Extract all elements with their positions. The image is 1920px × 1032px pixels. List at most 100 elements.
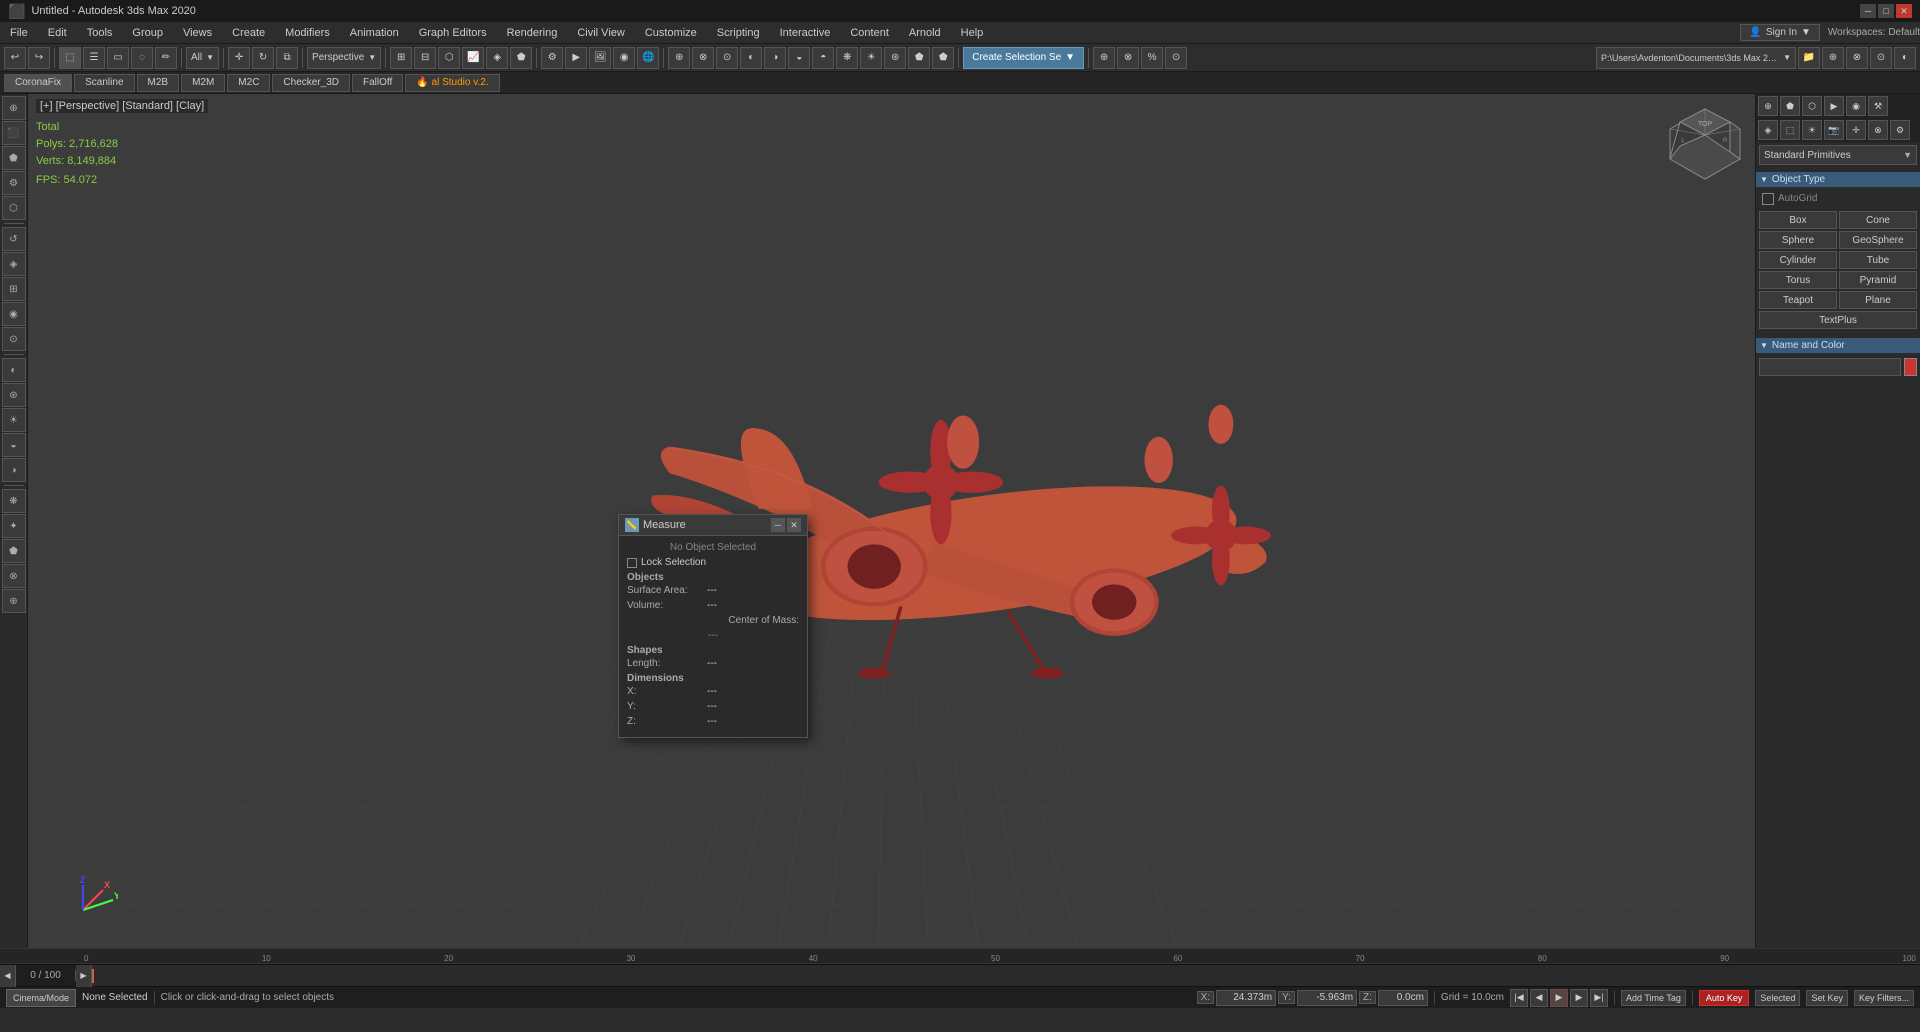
rect-select-button[interactable]: ▭: [107, 47, 129, 69]
tab-checker3d[interactable]: Checker_3D: [272, 74, 350, 92]
lt-btn-2[interactable]: ⬛: [2, 121, 26, 145]
sphere-button[interactable]: Sphere: [1759, 231, 1837, 249]
menu-civil-view[interactable]: Civil View: [567, 22, 634, 43]
lt-btn-10[interactable]: ⊙: [2, 327, 26, 351]
render-button[interactable]: ▶: [565, 47, 587, 69]
view-cube[interactable]: TOP R L: [1665, 104, 1745, 184]
lt-btn-13[interactable]: ☀: [2, 408, 26, 432]
curve-editor-button[interactable]: 📈: [462, 47, 484, 69]
viewport[interactable]: [+] [Perspective] [Standard] [Clay] Tota…: [28, 94, 1755, 948]
menu-create[interactable]: Create: [222, 22, 275, 43]
lt-btn-5[interactable]: ⬡: [2, 196, 26, 220]
play-button[interactable]: ▶: [1550, 989, 1568, 1007]
rt4-button[interactable]: ◐: [1894, 47, 1916, 69]
tool7-button[interactable]: ◓: [812, 47, 834, 69]
tab-coronafix[interactable]: CoronaFix: [4, 74, 72, 92]
tab-ad-studio[interactable]: 🔥 al Studio v.2.: [405, 74, 499, 92]
menu-edit[interactable]: Edit: [38, 22, 77, 43]
measure-close-button[interactable]: ✕: [787, 518, 801, 532]
timeline-next-btn[interactable]: ▶: [76, 965, 92, 987]
autogrid-checkbox[interactable]: [1762, 193, 1774, 205]
minimize-button[interactable]: ─: [1860, 4, 1876, 18]
lt-btn-16[interactable]: ❋: [2, 489, 26, 513]
rp-systems-icon[interactable]: ⚙: [1890, 120, 1910, 140]
rp-create-icon[interactable]: ⊕: [1758, 96, 1778, 116]
menu-file[interactable]: File: [0, 22, 38, 43]
lock-selection-checkbox[interactable]: [627, 558, 637, 568]
menu-rendering[interactable]: Rendering: [497, 22, 568, 43]
menu-tools[interactable]: Tools: [77, 22, 123, 43]
lt-btn-20[interactable]: ⊕: [2, 589, 26, 613]
tool8-button[interactable]: ❋: [836, 47, 858, 69]
timeline-track[interactable]: [92, 965, 1920, 986]
create-selection-button[interactable]: Create Selection Se ▼: [963, 47, 1084, 69]
undo-button[interactable]: ↩: [4, 47, 26, 69]
tab-falloff[interactable]: FallOff: [352, 74, 403, 92]
rp-modify-icon[interactable]: ⬟: [1780, 96, 1800, 116]
percent-snap-button[interactable]: %: [1141, 47, 1163, 69]
cylinder-button[interactable]: Cylinder: [1759, 251, 1837, 269]
cone-button[interactable]: Cone: [1839, 211, 1917, 229]
mirror-button[interactable]: ⊞: [390, 47, 412, 69]
menu-interactive[interactable]: Interactive: [770, 22, 841, 43]
tab-scanline[interactable]: Scanline: [74, 74, 134, 92]
tab-m2c[interactable]: M2C: [227, 74, 270, 92]
geosphere-button[interactable]: GeoSphere: [1839, 231, 1917, 249]
tool2-button[interactable]: ⊗: [692, 47, 714, 69]
rp-shapes-icon[interactable]: ⬚: [1780, 120, 1800, 140]
rp-utilities-icon[interactable]: ⚒: [1868, 96, 1888, 116]
select-object-button[interactable]: ⬚: [59, 47, 81, 69]
menu-help[interactable]: Help: [951, 22, 994, 43]
textplus-button[interactable]: TextPlus: [1759, 311, 1917, 329]
tool4-button[interactable]: ◐: [740, 47, 762, 69]
lt-btn-19[interactable]: ⊗: [2, 564, 26, 588]
snap-toggle-button[interactable]: ⊕: [1093, 47, 1115, 69]
rt3-button[interactable]: ⊙: [1870, 47, 1892, 69]
next-frame-button[interactable]: ▶: [1570, 989, 1588, 1007]
menu-group[interactable]: Group: [122, 22, 173, 43]
auto-key-button[interactable]: Auto Key: [1699, 990, 1750, 1006]
lt-btn-11[interactable]: ◐: [2, 358, 26, 382]
tool6-button[interactable]: ◒: [788, 47, 810, 69]
tool5-button[interactable]: ◑: [764, 47, 786, 69]
key-filters-button[interactable]: Key Filters...: [1854, 990, 1914, 1006]
menu-arnold[interactable]: Arnold: [899, 22, 951, 43]
rp-standard-primitives-dropdown[interactable]: Standard Primitives ▼: [1759, 145, 1917, 165]
lasso-select-button[interactable]: ◌: [131, 47, 153, 69]
paint-select-button[interactable]: ✏: [155, 47, 177, 69]
rt1-button[interactable]: ⊕: [1822, 47, 1844, 69]
color-swatch[interactable]: [1904, 358, 1917, 376]
object-name-input[interactable]: [1759, 358, 1901, 376]
coord-x-input[interactable]: [1216, 990, 1276, 1006]
tab-m2b[interactable]: M2B: [137, 74, 180, 92]
tool3-button[interactable]: ⊙: [716, 47, 738, 69]
view-dropdown[interactable]: Perspective ▼: [307, 47, 381, 69]
rp-cameras-icon[interactable]: 📷: [1824, 120, 1844, 140]
layer-button[interactable]: ⬡: [438, 47, 460, 69]
active-shade-button[interactable]: ◉: [613, 47, 635, 69]
tool9-button[interactable]: ☀: [860, 47, 882, 69]
goto-end-button[interactable]: ▶|: [1590, 989, 1608, 1007]
path-button[interactable]: 📁: [1798, 47, 1820, 69]
rt2-button[interactable]: ⊗: [1846, 47, 1868, 69]
material-editor-button[interactable]: ⬟: [510, 47, 532, 69]
measure-titlebar[interactable]: 📏 Measure ─ ✕: [619, 515, 807, 536]
add-time-tag-button[interactable]: Add Time Tag: [1621, 990, 1686, 1006]
align-button[interactable]: ⊟: [414, 47, 436, 69]
rp-spacewarps-icon[interactable]: ⊗: [1868, 120, 1888, 140]
coord-y-input[interactable]: [1297, 990, 1357, 1006]
plane-button[interactable]: Plane: [1839, 291, 1917, 309]
rp-helpers-icon[interactable]: ✛: [1846, 120, 1866, 140]
menu-modifiers[interactable]: Modifiers: [275, 22, 340, 43]
render-setup-button[interactable]: ⚙: [541, 47, 563, 69]
lt-btn-1[interactable]: ⊕: [2, 96, 26, 120]
tool12-button[interactable]: ⬟: [932, 47, 954, 69]
prev-frame-button[interactable]: ◀: [1530, 989, 1548, 1007]
rp-lights-icon[interactable]: ☀: [1802, 120, 1822, 140]
lt-btn-8[interactable]: ⊞: [2, 277, 26, 301]
redo-button[interactable]: ↪: [28, 47, 50, 69]
rp-display-icon[interactable]: ◉: [1846, 96, 1866, 116]
goto-start-button[interactable]: |◀: [1510, 989, 1528, 1007]
tab-m2m[interactable]: M2M: [181, 74, 225, 92]
name-color-header[interactable]: ▼ Name and Color: [1756, 338, 1920, 353]
